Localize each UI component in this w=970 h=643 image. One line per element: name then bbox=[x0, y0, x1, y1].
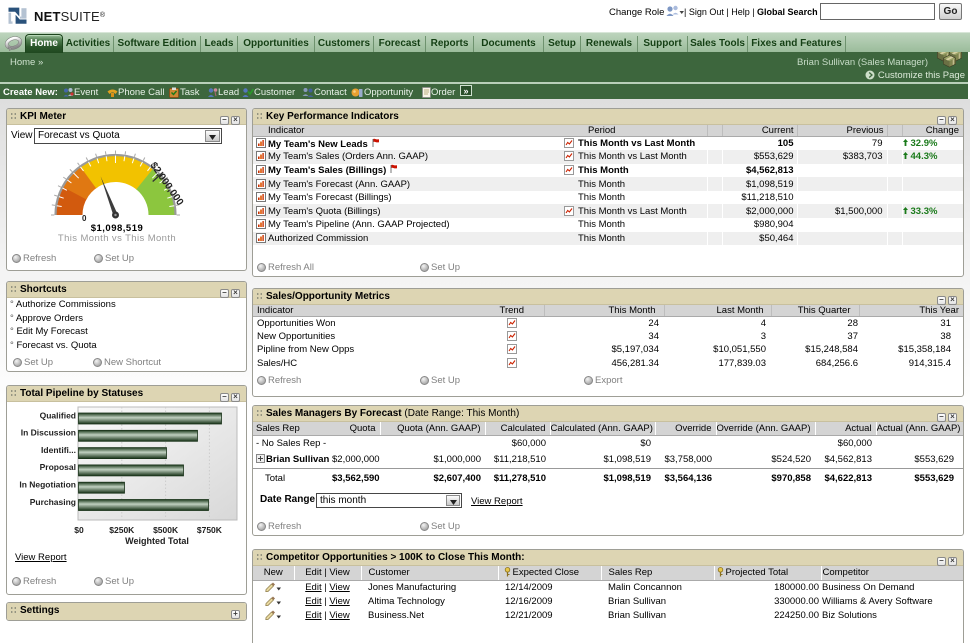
svg-text:0: 0 bbox=[82, 214, 87, 223]
svg-text:$500K: $500K bbox=[153, 525, 179, 535]
svg-text:$250K: $250K bbox=[109, 525, 135, 535]
svg-text:Identifi...: Identifi... bbox=[41, 445, 76, 455]
svg-text:Proposal: Proposal bbox=[40, 462, 76, 472]
svg-text:Weighted Total: Weighted Total bbox=[125, 536, 189, 546]
svg-text:$750K: $750K bbox=[197, 525, 223, 535]
svg-text:Purchasing: Purchasing bbox=[30, 497, 76, 507]
svg-text:Qualified: Qualified bbox=[40, 411, 76, 421]
svg-text:In Discussion: In Discussion bbox=[21, 428, 76, 438]
svg-text:$0: $0 bbox=[74, 525, 84, 535]
svg-text:In Negotiation: In Negotiation bbox=[19, 480, 76, 490]
